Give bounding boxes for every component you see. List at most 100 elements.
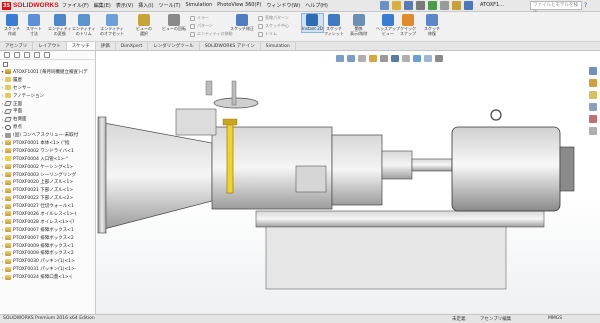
tab-6[interactable]: SOLIDWORKS アドイン bbox=[200, 42, 261, 50]
command-button-9[interactable]: スケッチ フィレット bbox=[324, 14, 344, 36]
tree-item[interactable]: › PTOXF0009 排障ボックス<1 bbox=[0, 242, 95, 250]
new-document-icon[interactable] bbox=[380, 1, 389, 10]
menu-help[interactable]: ヘルプ(H) bbox=[305, 2, 328, 9]
command-button-4[interactable]: エンティティ のオフセット bbox=[100, 14, 124, 36]
status-units[interactable]: MMGS bbox=[548, 316, 562, 321]
tab-2[interactable]: スケッチ bbox=[66, 42, 96, 50]
top-box[interactable] bbox=[175, 108, 217, 136]
options-icon[interactable] bbox=[464, 1, 473, 10]
drive-shaft[interactable] bbox=[411, 158, 453, 172]
command-button-8[interactable]: Instant 2D bbox=[301, 13, 324, 33]
command-button-12[interactable]: クイック スナップ bbox=[400, 14, 416, 36]
command-button-11[interactable]: ヘッズアップ ビュー bbox=[376, 14, 400, 36]
pedestal[interactable] bbox=[265, 226, 507, 290]
coupling-guard[interactable] bbox=[381, 150, 413, 180]
menu-view[interactable]: 表示(V) bbox=[116, 2, 133, 9]
display-tab-icon[interactable] bbox=[44, 52, 50, 58]
tab-7[interactable]: Simulation bbox=[261, 42, 296, 50]
property-tab-icon[interactable] bbox=[14, 52, 20, 58]
tree-item[interactable]: › PTOXF0020 上部ノズル<1> bbox=[0, 178, 95, 186]
menu-file[interactable]: ファイル(F) bbox=[62, 2, 89, 9]
command-button-6[interactable]: ビューの回転 bbox=[162, 14, 186, 32]
help-icon[interactable]: ? bbox=[584, 2, 587, 9]
small-command-2[interactable]: エンティティの移動 bbox=[190, 31, 233, 37]
tab-5[interactable]: レンダリングツール bbox=[148, 42, 200, 50]
tree-item[interactable]: › PTOXF0009 排障ボックス<2 bbox=[0, 249, 95, 257]
tree-item[interactable]: › (固) コンベアスクリュー-未取付 bbox=[0, 131, 95, 139]
tree-item[interactable]: › 正面 bbox=[0, 100, 95, 108]
tree-item[interactable]: › 右側面 bbox=[0, 115, 95, 123]
open-icon[interactable] bbox=[392, 1, 401, 10]
inspection-cover[interactable] bbox=[295, 165, 327, 193]
tree-item[interactable]: › PTOXF0027 仕切ウォール<1 bbox=[0, 202, 95, 210]
tree-item[interactable]: › PTOXF0007 排障ボックス<2 bbox=[0, 234, 95, 242]
inlet-flange[interactable] bbox=[97, 116, 107, 234]
command-button-1[interactable]: スマート 寸法 bbox=[26, 14, 42, 36]
menu-simulation[interactable]: Simulation bbox=[186, 2, 213, 9]
electric-motor[interactable] bbox=[451, 126, 561, 212]
command-button-10[interactable]: 関係 表示/削除 bbox=[350, 14, 367, 36]
command-button-5[interactable]: ビューの 選択 bbox=[136, 14, 152, 36]
tree-item[interactable]: › 履歴 bbox=[0, 76, 95, 84]
base-frame[interactable] bbox=[255, 210, 545, 228]
tree-item[interactable]: › アノテーション bbox=[0, 92, 95, 100]
model-render[interactable] bbox=[96, 51, 600, 314]
search-input[interactable]: ファイルとモデルを検索 bbox=[530, 1, 582, 16]
tree-item[interactable]: › PTOXF0026 オイルレス<1>-( bbox=[0, 210, 95, 218]
command-button-3[interactable]: エンティティ のトリム bbox=[72, 14, 96, 36]
tree-item[interactable]: › PTOXF0001 本体<1> ("指 bbox=[0, 139, 95, 147]
valve-stem[interactable] bbox=[231, 80, 237, 106]
motor-fan-cover[interactable] bbox=[559, 146, 575, 192]
feature-tree-tab-icon[interactable] bbox=[4, 52, 10, 58]
small-command-3[interactable]: 直線パターン bbox=[258, 15, 289, 21]
tree-item[interactable]: › PTOXF0028 オイレス<1>-(? bbox=[0, 218, 95, 226]
tree-item[interactable]: › PTOXF0030 パッキン(1)<1> bbox=[0, 257, 95, 265]
tree-item[interactable]: › PTOXF0021 下部ノズル<1> bbox=[0, 186, 95, 194]
motor-lifting-ring[interactable] bbox=[490, 109, 502, 121]
command-button-7[interactable]: スケッチ修正 bbox=[230, 14, 254, 32]
tree-item[interactable]: › PTOXF0004 入口管<1>-" bbox=[0, 155, 95, 163]
tree-item[interactable]: › PTOXF0002 ケーシング<1> bbox=[0, 163, 95, 171]
save-icon[interactable] bbox=[404, 1, 413, 10]
highlighted-inlet-pipe[interactable] bbox=[226, 120, 234, 194]
tree-item[interactable]: › 平面 bbox=[0, 107, 95, 115]
graphics-area[interactable] bbox=[96, 51, 600, 314]
menu-window[interactable]: ウィンドウ(W) bbox=[266, 2, 300, 9]
rebuild-icon[interactable] bbox=[452, 1, 461, 10]
tree-item[interactable]: › センサー bbox=[0, 84, 95, 92]
menu-edit[interactable]: 編集(E) bbox=[94, 2, 111, 9]
gear-housing[interactable] bbox=[331, 134, 383, 206]
command-button-2[interactable]: エンティティ の変換 bbox=[48, 14, 72, 36]
print-icon[interactable] bbox=[416, 1, 425, 10]
tree-filter[interactable] bbox=[0, 60, 95, 68]
undo-icon[interactable] bbox=[428, 1, 437, 10]
small-command-1[interactable]: パターン bbox=[190, 23, 213, 29]
tree-root[interactable]: ▾ ATOXF1001 [毎月同機組立検査]-(デ bbox=[0, 68, 95, 76]
filter-icon[interactable] bbox=[3, 61, 8, 67]
tree-item[interactable]: › PTOXF0003 シーリングリング bbox=[0, 171, 95, 179]
select-icon[interactable] bbox=[440, 1, 449, 10]
tree-item[interactable]: › PTOXF0022 下部ノズル<2> bbox=[0, 194, 95, 202]
tab-1[interactable]: レイアウト bbox=[33, 42, 67, 50]
tree-item[interactable]: › PTOXF0007 排障ボックス<1 bbox=[0, 226, 95, 234]
inlet-cone[interactable] bbox=[103, 122, 213, 230]
tab-4[interactable]: DimXpert bbox=[116, 42, 149, 50]
menu-photoview[interactable]: PhotoView 360(P) bbox=[217, 2, 261, 9]
command-button-13[interactable]: スケッチ 修復 bbox=[424, 14, 440, 36]
tree-item[interactable]: › PTOXF0024 排障口蓋<1>-( bbox=[0, 273, 95, 281]
config-tab-icon[interactable] bbox=[24, 52, 30, 58]
pipe-flange[interactable] bbox=[222, 118, 238, 126]
small-command-0[interactable]: ミラー bbox=[190, 15, 209, 21]
small-command-4[interactable]: スケッチ中心 bbox=[258, 23, 289, 29]
command-button-0[interactable]: スケッチ 作成 bbox=[4, 14, 20, 36]
tree-item[interactable]: › PTOXF0002 ワンドライバ<1 bbox=[0, 147, 95, 155]
menu-insert[interactable]: 挿入(I) bbox=[138, 2, 153, 9]
tab-3[interactable]: 評価 bbox=[96, 42, 116, 50]
tree-item[interactable]: › PTOXF0031 パッキン(1)<1>- bbox=[0, 265, 95, 273]
dimxpert-tab-icon[interactable] bbox=[34, 52, 40, 58]
lifting-eye[interactable] bbox=[205, 80, 213, 96]
menu-tools[interactable]: ツール(T) bbox=[159, 2, 181, 9]
small-command-5[interactable]: トリム bbox=[258, 31, 277, 37]
tab-0[interactable]: アセンブリ bbox=[0, 42, 34, 50]
tree-item[interactable]: › 原点 bbox=[0, 123, 95, 131]
